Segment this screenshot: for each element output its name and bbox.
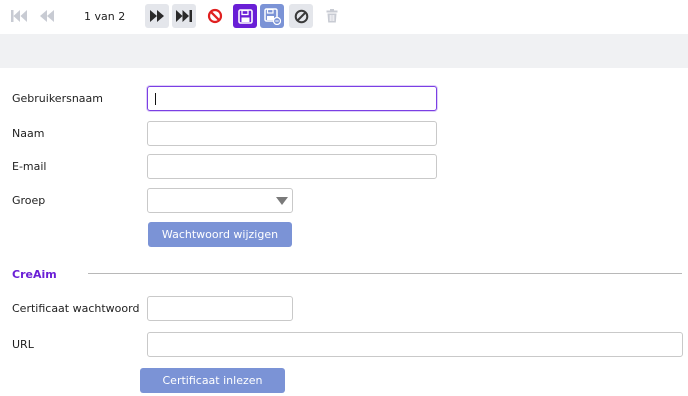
last-page-button[interactable] (172, 4, 196, 28)
first-page-button[interactable] (8, 6, 30, 26)
url-input[interactable] (147, 332, 683, 357)
first-page-icon (10, 9, 28, 23)
section-title-creaim: CreAim (12, 268, 57, 281)
delete-icon (326, 9, 338, 23)
previous-page-icon (39, 9, 55, 23)
username-label: Gebruikersnaam (12, 92, 103, 105)
email-input[interactable] (147, 154, 437, 179)
section-divider (88, 273, 682, 274)
last-page-icon (175, 9, 193, 23)
disable-icon (294, 9, 309, 24)
toolbar: 1 van 2 (0, 0, 688, 34)
group-select[interactable] (147, 188, 293, 213)
header-band (0, 34, 688, 68)
next-page-button[interactable] (145, 4, 169, 28)
disable-button[interactable] (289, 4, 313, 28)
delete-button[interactable] (322, 5, 342, 27)
save-icon (237, 8, 253, 24)
cert-password-label: Certificaat wachtwoord (12, 302, 140, 315)
email-label: E-mail (12, 160, 47, 173)
group-label: Groep (12, 194, 46, 207)
url-label: URL (12, 338, 34, 351)
text-cursor (155, 93, 156, 105)
username-input[interactable] (147, 86, 437, 111)
read-certificate-button[interactable]: Certificaat inlezen (140, 368, 285, 393)
chevron-down-icon (276, 197, 288, 205)
next-page-icon (149, 9, 165, 23)
cert-password-input[interactable] (147, 296, 293, 321)
name-label: Naam (12, 127, 45, 140)
page-indicator: 1 van 2 (84, 10, 126, 23)
change-password-button[interactable]: Wachtwoord wijzigen (148, 222, 292, 247)
previous-page-button[interactable] (36, 6, 58, 26)
save-as-button[interactable] (260, 4, 284, 28)
name-input[interactable] (147, 121, 437, 146)
cancel-icon (207, 8, 223, 24)
save-as-icon (263, 7, 281, 25)
cancel-button[interactable] (204, 5, 226, 27)
save-button[interactable] (233, 4, 257, 28)
